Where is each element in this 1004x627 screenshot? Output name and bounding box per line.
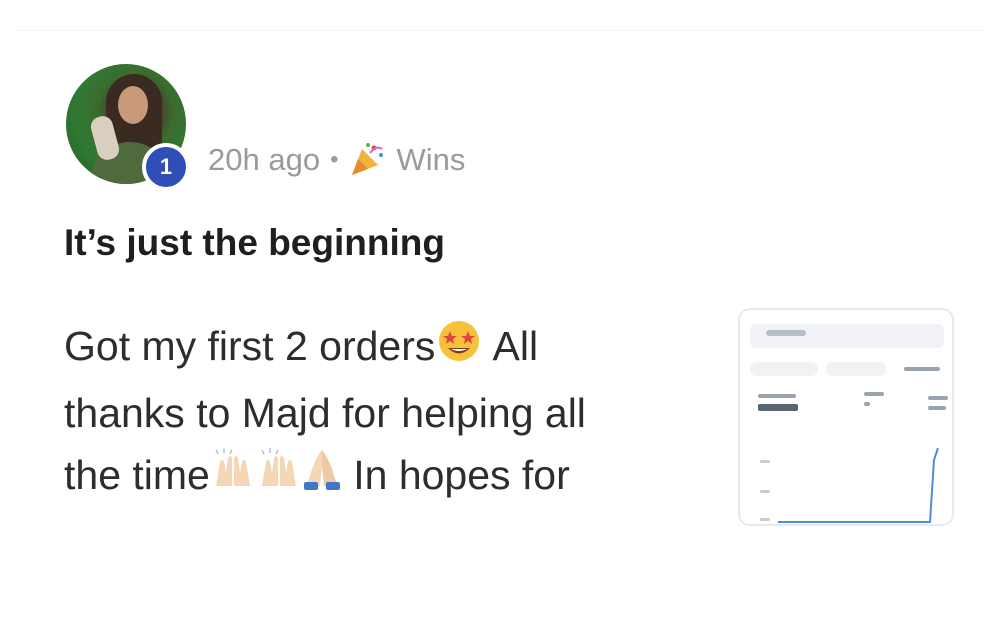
author-level-badge: 1 [142, 143, 190, 191]
thumbnail-chart [778, 447, 939, 523]
party-popper-icon [348, 141, 386, 179]
folded-hands-emoji-icon [302, 446, 342, 509]
body-line2: thanks to Majd for helping all [64, 389, 586, 436]
post-title[interactable]: It’s just the beginning [64, 222, 445, 264]
thumbnail-search-bar [750, 324, 944, 348]
body-line1-end: All [483, 323, 539, 369]
post-category[interactable]: Wins [396, 142, 465, 178]
meta-separator: • [330, 146, 339, 173]
post-time[interactable]: 20h ago [208, 142, 320, 178]
attachment-thumbnail[interactable] [738, 308, 954, 526]
body-line3-end: In hopes for [341, 451, 570, 498]
body-line1-start: Got my first 2 orders [64, 323, 436, 369]
post-body: Got my first 2 orders All thanks to Majd… [64, 315, 724, 509]
raised-hands-emoji-icon [210, 446, 256, 509]
body-line3-start: the time [64, 451, 210, 498]
post-meta: 20h ago • Wins [208, 138, 465, 182]
raised-hands-emoji-icon [256, 446, 302, 509]
star-struck-emoji-icon [435, 317, 483, 382]
